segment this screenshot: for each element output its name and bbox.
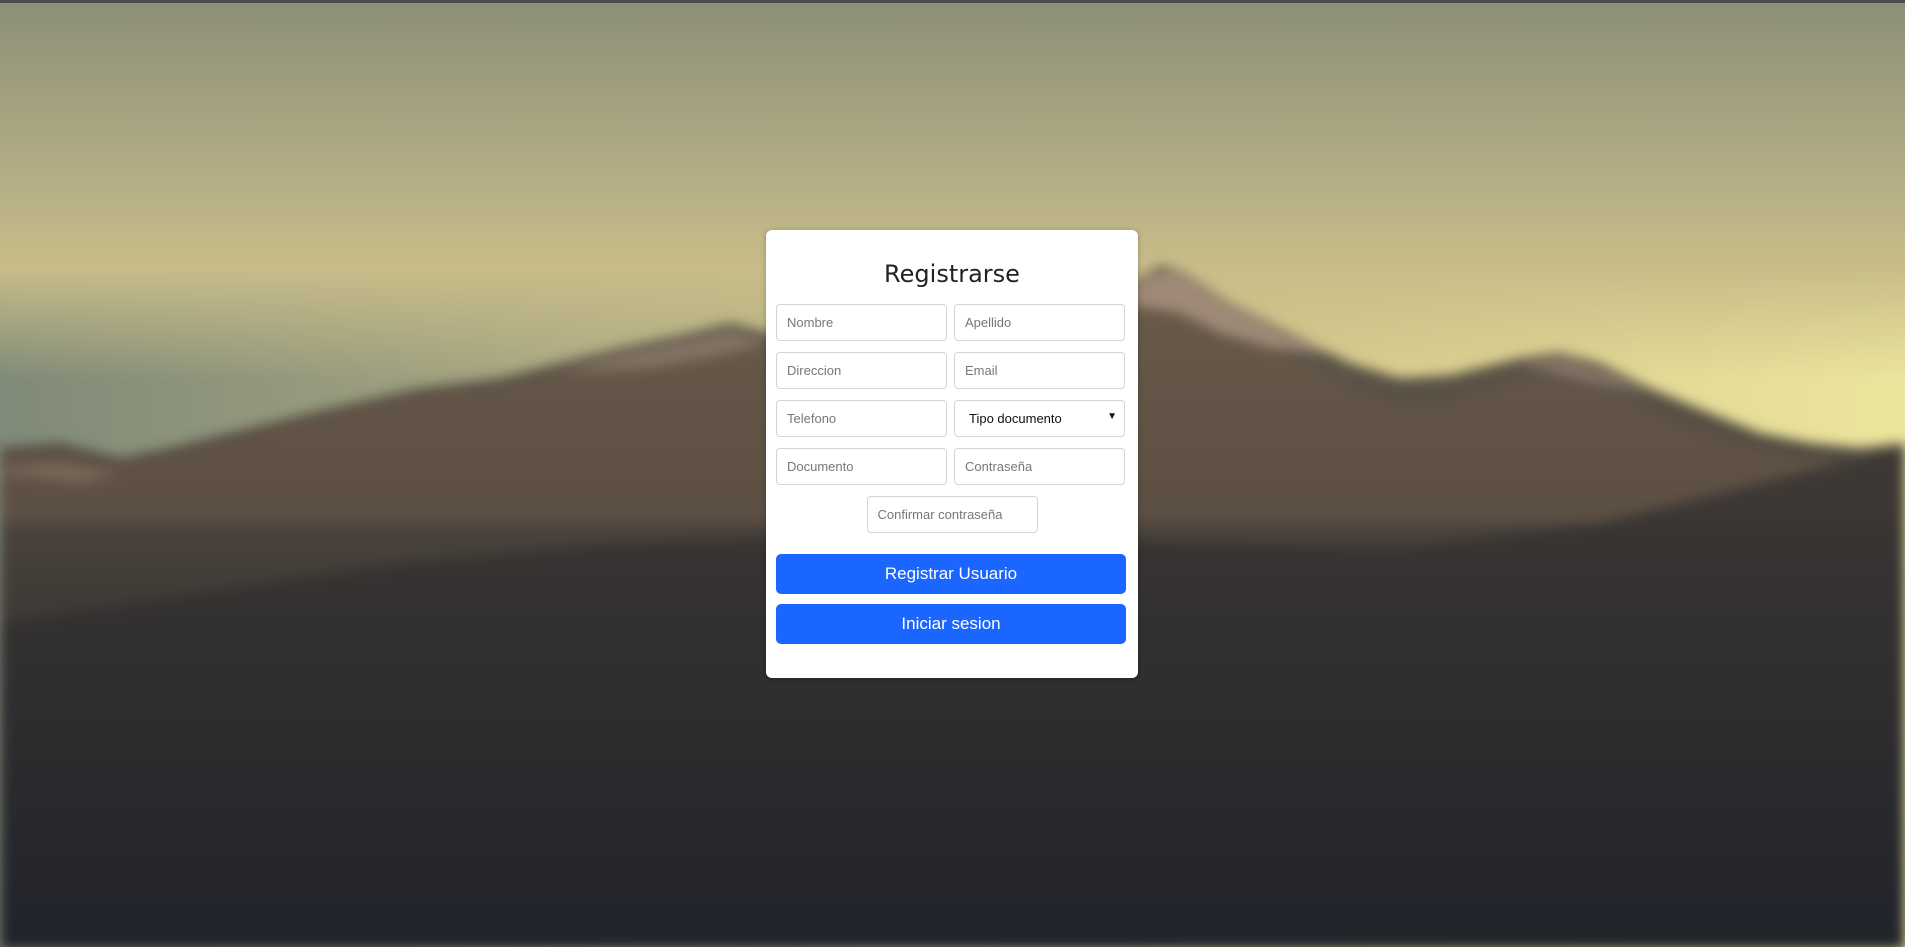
form-row-contact — [776, 352, 1128, 389]
form-title: Registrarse — [884, 260, 1020, 288]
form-row-document — [776, 448, 1128, 485]
contrasena-input[interactable] — [954, 448, 1125, 485]
email-input[interactable] — [954, 352, 1125, 389]
telefono-input[interactable] — [776, 400, 947, 437]
apellido-input[interactable] — [954, 304, 1125, 341]
form-row-phone: Tipo documento ▼ — [776, 400, 1128, 437]
confirmar-contrasena-input[interactable] — [866, 496, 1038, 533]
registrar-usuario-button[interactable]: Registrar Usuario — [776, 554, 1126, 594]
documento-input[interactable] — [776, 448, 947, 485]
tipo-documento-wrapper: Tipo documento ▼ — [954, 400, 1125, 437]
tipo-documento-select[interactable]: Tipo documento — [954, 400, 1125, 437]
form-row-confirm — [776, 496, 1128, 533]
registration-page: Registrarse Tipo documento ▼ Regis — [0, 0, 1905, 947]
iniciar-sesion-button[interactable]: Iniciar sesion — [776, 604, 1126, 644]
direccion-input[interactable] — [776, 352, 947, 389]
registration-card: Registrarse Tipo documento ▼ Regis — [766, 230, 1138, 678]
nombre-input[interactable] — [776, 304, 947, 341]
form-row-name — [776, 304, 1128, 341]
